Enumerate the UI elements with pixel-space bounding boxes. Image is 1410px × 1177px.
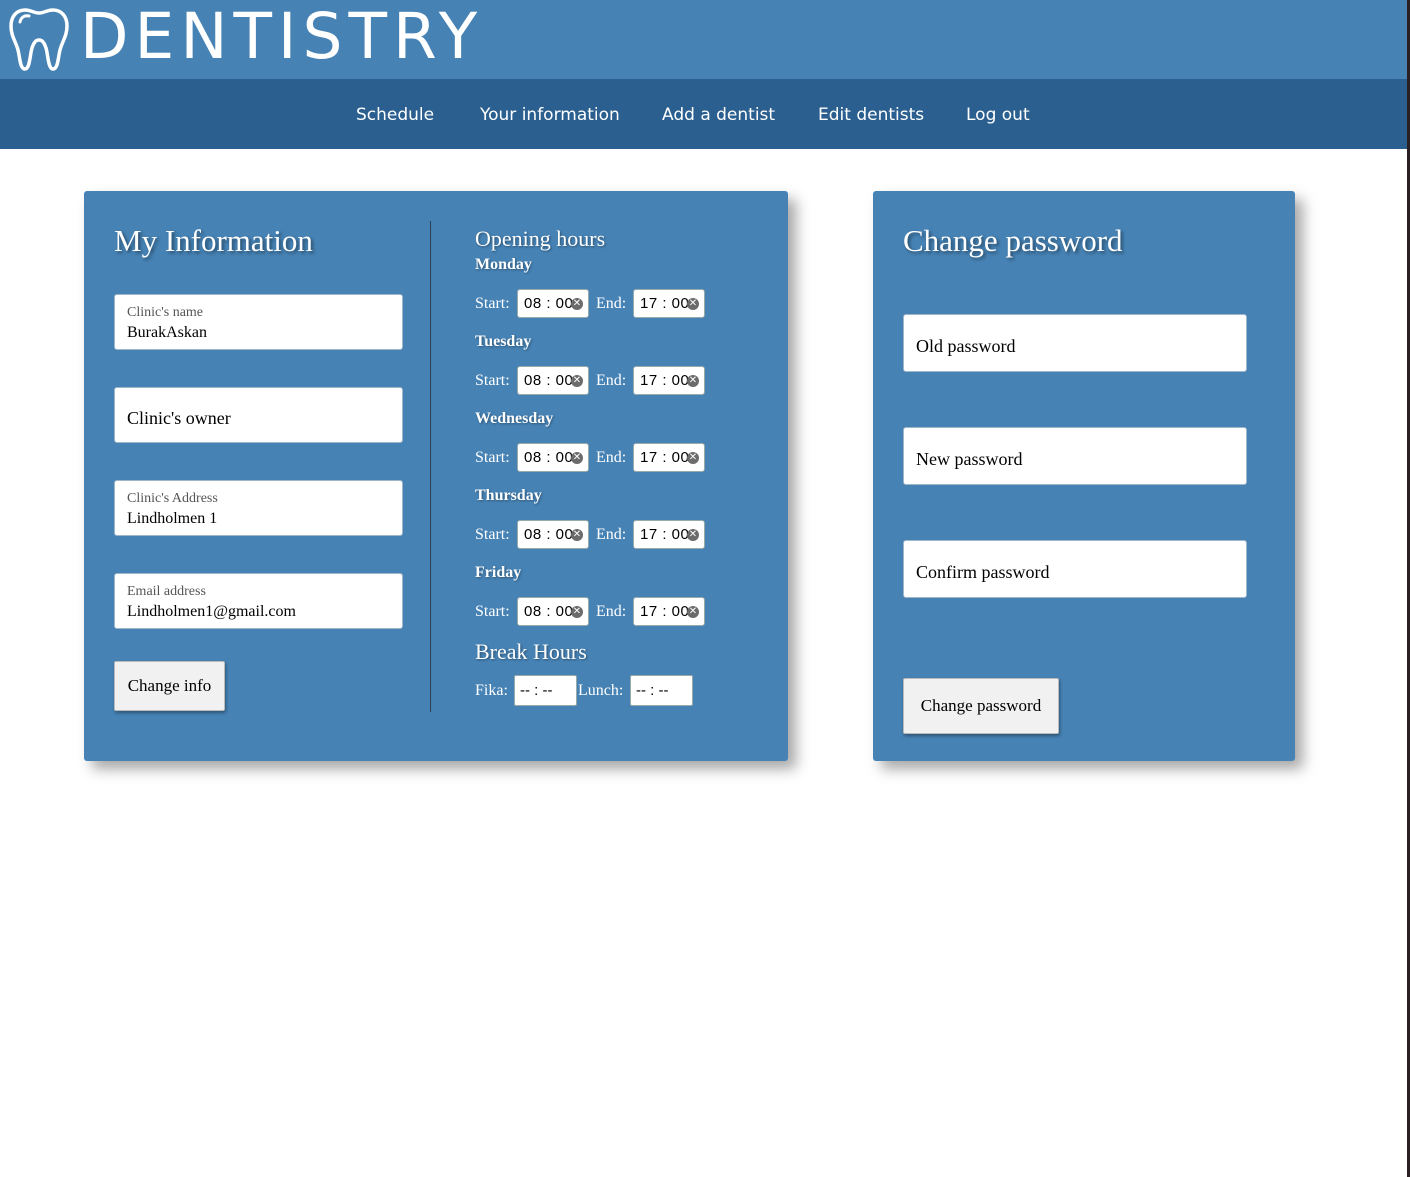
thursday-start-value: 08 : 00: [524, 526, 574, 543]
opening-hours-title: Opening hours: [475, 226, 606, 251]
day-label-tuesday: Tuesday: [475, 333, 532, 350]
new-password-field[interactable]: New password: [903, 427, 1247, 485]
old-password-field[interactable]: Old password: [903, 314, 1247, 372]
change-info-button[interactable]: Change info: [114, 661, 225, 711]
end-label: End:: [596, 526, 627, 543]
clear-icon[interactable]: ✕: [571, 375, 583, 387]
clear-icon[interactable]: ✕: [571, 606, 583, 618]
monday-start-value: 08 : 00: [524, 295, 574, 312]
wednesday-end-input[interactable]: 17 : 00 ✕: [633, 443, 705, 472]
confirm-password-placeholder: Confirm password: [916, 562, 1050, 582]
nav-edit-dentists[interactable]: Edit dentists: [818, 103, 924, 127]
wednesday-start-input[interactable]: 08 : 00 ✕: [517, 443, 589, 472]
clinic-address-field[interactable]: Clinic's Address Lindholmen 1: [114, 480, 403, 536]
tuesday-start-input[interactable]: 08 : 00 ✕: [517, 366, 589, 395]
nav-add-dentist[interactable]: Add a dentist: [662, 103, 775, 127]
nav-log-out[interactable]: Log out: [966, 103, 1030, 127]
day-label-monday: Monday: [475, 256, 532, 273]
day-label-thursday: Thursday: [475, 487, 542, 504]
clinic-address-value: Lindholmen 1: [127, 510, 218, 527]
start-label: Start:: [475, 372, 510, 389]
lunch-input[interactable]: -- : --: [630, 675, 693, 706]
end-label: End:: [596, 449, 627, 466]
tuesday-end-value: 17 : 00: [640, 372, 690, 389]
end-label: End:: [596, 372, 627, 389]
email-label: Email address: [127, 584, 206, 599]
thursday-start-input[interactable]: 08 : 00 ✕: [517, 520, 589, 549]
monday-start-input[interactable]: 08 : 00 ✕: [517, 289, 589, 318]
clear-icon[interactable]: ✕: [687, 452, 699, 464]
start-label: Start:: [475, 526, 510, 543]
start-label: Start:: [475, 295, 510, 312]
start-label: Start:: [475, 449, 510, 466]
clear-icon[interactable]: ✕: [687, 529, 699, 541]
friday-start-value: 08 : 00: [524, 603, 574, 620]
friday-end-input[interactable]: 17 : 00 ✕: [633, 597, 705, 626]
my-information-title: My Information: [114, 223, 313, 258]
email-field[interactable]: Email address Lindholmen1@gmail.com: [114, 573, 403, 629]
tooth-icon: [9, 8, 69, 71]
end-label: End:: [596, 603, 627, 620]
break-hours-title: Break Hours: [475, 639, 587, 664]
brand-title: DENTISTRY: [80, 0, 484, 73]
section-divider: [430, 221, 431, 712]
end-label: End:: [596, 295, 627, 312]
thursday-end-input[interactable]: 17 : 00 ✕: [633, 520, 705, 549]
clear-icon[interactable]: ✕: [571, 298, 583, 310]
brand-bar: DENTISTRY: [0, 0, 1407, 79]
clinic-address-label: Clinic's Address: [127, 491, 218, 506]
lunch-label: Lunch:: [578, 682, 624, 699]
change-password-card: Change password Old password New passwor…: [873, 191, 1295, 761]
main-nav: Schedule Your information Add a dentist …: [0, 79, 1407, 149]
nav-schedule[interactable]: Schedule: [356, 103, 434, 127]
wednesday-end-value: 17 : 00: [640, 449, 690, 466]
clinic-name-field[interactable]: Clinic's name BurakAskan: [114, 294, 403, 350]
my-information-card: My Information Clinic's name BurakAskan …: [84, 191, 788, 761]
nav-your-information[interactable]: Your information: [480, 103, 620, 127]
wednesday-start-value: 08 : 00: [524, 449, 574, 466]
change-password-title: Change password: [903, 223, 1123, 258]
clinic-owner-field[interactable]: Clinic's owner: [114, 387, 403, 443]
clear-icon[interactable]: ✕: [687, 375, 699, 387]
lunch-value: -- : --: [636, 682, 669, 699]
day-label-wednesday: Wednesday: [475, 410, 554, 427]
clear-icon[interactable]: ✕: [571, 452, 583, 464]
monday-end-value: 17 : 00: [640, 295, 690, 312]
thursday-end-value: 17 : 00: [640, 526, 690, 543]
old-password-placeholder: Old password: [916, 336, 1016, 356]
clinic-owner-placeholder: Clinic's owner: [127, 408, 231, 428]
tuesday-start-value: 08 : 00: [524, 372, 574, 389]
change-password-button[interactable]: Change password: [903, 678, 1059, 734]
day-label-friday: Friday: [475, 564, 522, 581]
friday-start-input[interactable]: 08 : 00 ✕: [517, 597, 589, 626]
clear-icon[interactable]: ✕: [687, 298, 699, 310]
friday-end-value: 17 : 00: [640, 603, 690, 620]
clear-icon[interactable]: ✕: [571, 529, 583, 541]
fika-input[interactable]: -- : --: [514, 675, 577, 706]
clinic-name-label: Clinic's name: [127, 305, 204, 320]
tuesday-end-input[interactable]: 17 : 00 ✕: [633, 366, 705, 395]
clinic-name-value: BurakAskan: [127, 324, 207, 341]
new-password-placeholder: New password: [916, 449, 1023, 469]
fika-label: Fika:: [475, 682, 508, 699]
email-value: Lindholmen1@gmail.com: [127, 603, 296, 620]
start-label: Start:: [475, 603, 510, 620]
clear-icon[interactable]: ✕: [687, 606, 699, 618]
fika-value: -- : --: [520, 682, 553, 699]
confirm-password-field[interactable]: Confirm password: [903, 540, 1247, 598]
monday-end-input[interactable]: 17 : 00 ✕: [633, 289, 705, 318]
